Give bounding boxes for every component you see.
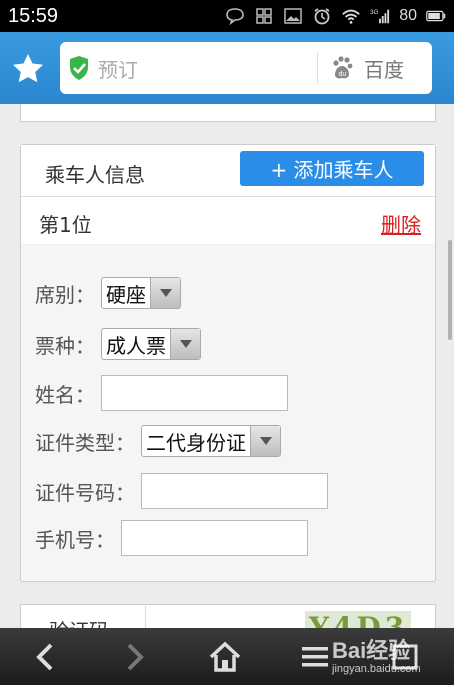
shield-check-icon (60, 42, 98, 94)
delete-passenger-link[interactable]: 删除 (381, 209, 421, 238)
bookmark-button[interactable] (0, 32, 56, 104)
network-label: 3G (370, 9, 379, 16)
baidu-paw-icon: du (333, 56, 353, 79)
svg-text:du: du (339, 71, 347, 78)
chevron-left-icon (36, 643, 53, 670)
ticket-select[interactable]: 成人票 (101, 328, 201, 360)
phone-input[interactable] (121, 520, 308, 556)
browser-toolbar: 预订 du 百度 (0, 32, 454, 104)
idtype-select[interactable]: 二代身份证 (141, 425, 281, 457)
home-icon (209, 641, 241, 672)
signal-3g-icon: 3G (370, 7, 390, 25)
chevron-down-icon (150, 278, 180, 308)
search-engine-name: 百度 (364, 57, 404, 82)
chevron-right-icon (127, 643, 144, 670)
panel-title: 乘车人信息 (45, 163, 145, 187)
seat-label: 席别： (35, 282, 95, 307)
name-row: 姓名： (35, 375, 288, 411)
phone-label: 手机号： (35, 527, 115, 552)
menu-icon (302, 646, 328, 666)
forward-button[interactable] (90, 628, 180, 685)
watermark: Bai经验 jingyan.baidu.com (332, 633, 421, 675)
seat-select[interactable]: 硬座 (101, 277, 181, 309)
ticket-row: 票种： 成人票 (35, 328, 201, 360)
passenger-panel-header: 乘车人信息 + 添加乘车人 (21, 145, 435, 197)
chat-icon (225, 7, 245, 25)
alarm-icon (312, 7, 332, 25)
seat-row: 席别： 硬座 (35, 277, 181, 309)
ticket-label: 票种： (35, 333, 95, 358)
passenger-panel: 乘车人信息 + 添加乘车人 第1位 删除 席别： 硬座 票种： 成人票 姓名： … (20, 144, 436, 582)
grid-icon (254, 7, 274, 25)
idnum-label: 证件号码： (35, 480, 135, 505)
back-button[interactable] (0, 628, 90, 685)
url-text: 预订 (98, 57, 138, 82)
chevron-down-icon (170, 329, 200, 359)
idnum-input[interactable] (141, 473, 328, 509)
idtype-label: 证件类型： (35, 430, 135, 455)
status-bar: 15:59 3G 80 (0, 0, 454, 32)
search-engine-selector[interactable]: du 百度 (330, 42, 404, 94)
status-time: 15:59 (8, 4, 59, 27)
watermark-url: jingyan.baidu.com (332, 663, 421, 675)
battery-icon (426, 7, 446, 25)
ticket-value: 成人票 (106, 333, 166, 358)
wifi-icon (341, 7, 361, 25)
idtype-row: 证件类型： 二代身份证 (35, 425, 281, 457)
star-icon (13, 54, 43, 83)
image-icon (283, 7, 303, 25)
phone-row: 手机号： (35, 520, 308, 556)
passenger-index: 第1位 (39, 213, 92, 237)
status-icons: 3G 80 (225, 7, 446, 25)
chevron-down-icon (250, 426, 280, 456)
idnum-row: 证件号码： (35, 473, 328, 509)
scrollbar[interactable] (448, 240, 452, 340)
watermark-brand: Bai经验 (332, 638, 411, 663)
name-input[interactable] (101, 375, 288, 411)
name-label: 姓名： (35, 382, 95, 407)
url-field[interactable]: 预订 du 百度 (60, 42, 432, 94)
home-button[interactable] (180, 628, 270, 685)
seat-value: 硬座 (106, 282, 146, 307)
add-passenger-button[interactable]: + 添加乘车人 (240, 151, 424, 186)
previous-panel (20, 104, 436, 122)
passenger-subheader: 第1位 删除 (21, 197, 435, 245)
url-divider (317, 52, 318, 84)
idtype-value: 二代身份证 (146, 430, 246, 455)
battery-level: 80 (399, 7, 417, 24)
